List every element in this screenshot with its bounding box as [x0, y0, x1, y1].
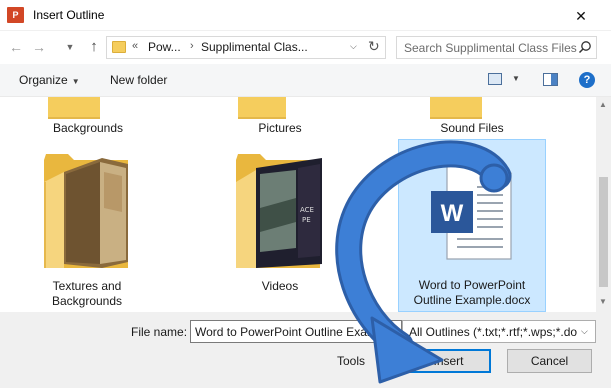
word-document-icon[interactable]: W — [431, 153, 513, 261]
address-bar[interactable]: « Pow... › Supplimental Clas... ⌵ ↻ — [106, 36, 386, 59]
scroll-up-arrow-icon[interactable]: ▲ — [599, 100, 607, 109]
preview-pane-icon[interactable] — [543, 73, 558, 86]
back-button[interactable]: ← — [8, 39, 24, 55]
search-box[interactable]: Search Supplimental Class Files — [396, 36, 597, 59]
refresh-button[interactable]: ↻ — [368, 38, 380, 55]
tools-button[interactable]: Tools — [337, 354, 365, 368]
new-folder-button[interactable]: New folder — [110, 73, 167, 87]
svg-text:ACE: ACE — [300, 206, 314, 214]
overflow-chevron[interactable]: « — [132, 40, 138, 52]
file-name-value[interactable]: Word to PowerPoint Outline Example.docx — [195, 325, 399, 339]
item-label-line[interactable]: Outline Example.docx — [402, 293, 542, 308]
scrollbar-thumb[interactable] — [599, 177, 608, 287]
cancel-button[interactable]: Cancel — [507, 349, 592, 373]
file-type-value[interactable]: All Outlines (*.txt;*.rtf;*.wps;*.docx) — [409, 325, 577, 339]
item-label-sound-files[interactable]: Sound Files — [412, 121, 532, 136]
breadcrumb-separator[interactable]: › — [190, 40, 194, 52]
search-input[interactable]: Search Supplimental Class Files — [404, 41, 577, 55]
address-dropdown-icon[interactable]: ⌵ — [350, 41, 357, 52]
word-letter: W — [441, 200, 464, 227]
help-icon[interactable]: ? — [579, 72, 595, 88]
item-label-backgrounds[interactable]: Backgrounds — [28, 121, 148, 136]
file-name-field[interactable]: Word to PowerPoint Outline Example.docx — [190, 320, 402, 343]
chevron-down-icon: ▼ — [71, 77, 80, 86]
file-type-select[interactable]: All Outlines (*.txt;*.rtf;*.wps;*.docx) … — [402, 320, 596, 343]
vertical-scrollbar[interactable]: ▲ ▼ — [596, 97, 611, 312]
item-label-line[interactable]: Textures and — [27, 279, 147, 294]
svg-text:PE: PE — [302, 216, 311, 224]
search-icon[interactable] — [578, 40, 592, 54]
powerpoint-icon: P — [7, 7, 24, 23]
insert-button[interactable]: Insert — [406, 349, 491, 373]
close-button[interactable]: ✕ — [566, 5, 596, 27]
forward-button[interactable]: → — [31, 39, 47, 55]
file-name-label: File name: — [131, 325, 188, 339]
window-title: Insert Outline — [33, 8, 105, 22]
folder-icon[interactable] — [44, 152, 130, 270]
organize-button[interactable]: Organize ▼ — [19, 73, 80, 87]
item-label-videos[interactable]: Videos — [220, 279, 340, 294]
command-bar: Organize ▼ New folder ▼ ? — [0, 64, 611, 97]
chevron-down-icon[interactable]: ▼ — [512, 74, 520, 83]
navigation-bar: ← → ▼ ↑ « Pow... › Supplimental Clas... … — [0, 31, 611, 64]
breadcrumb-segment[interactable]: Supplimental Clas... — [201, 40, 308, 54]
chevron-down-icon[interactable]: ▼ — [380, 357, 388, 366]
folder-icon[interactable] — [430, 97, 482, 119]
title-bar: P Insert Outline ✕ — [0, 0, 611, 31]
change-view-icon[interactable] — [488, 73, 502, 85]
folder-icon — [112, 41, 126, 53]
up-button[interactable]: ↑ — [86, 39, 102, 55]
dialog-footer: File name: Word to PowerPoint Outline Ex… — [0, 312, 611, 388]
folder-icon[interactable]: ACE PE — [236, 152, 326, 270]
folder-icon[interactable] — [48, 97, 100, 119]
scroll-down-arrow-icon[interactable]: ▼ — [599, 297, 607, 306]
organize-label: Organize — [19, 73, 68, 87]
item-label-line[interactable]: Word to PowerPoint — [402, 278, 542, 293]
folder-icon[interactable] — [238, 97, 286, 119]
item-label-line[interactable]: Backgrounds — [27, 294, 147, 309]
item-label-pictures[interactable]: Pictures — [220, 121, 340, 136]
recent-locations-button[interactable]: ▼ — [62, 39, 78, 55]
breadcrumb-segment[interactable]: Pow... — [148, 40, 181, 54]
chevron-down-icon[interactable]: ⌵ — [581, 326, 588, 337]
